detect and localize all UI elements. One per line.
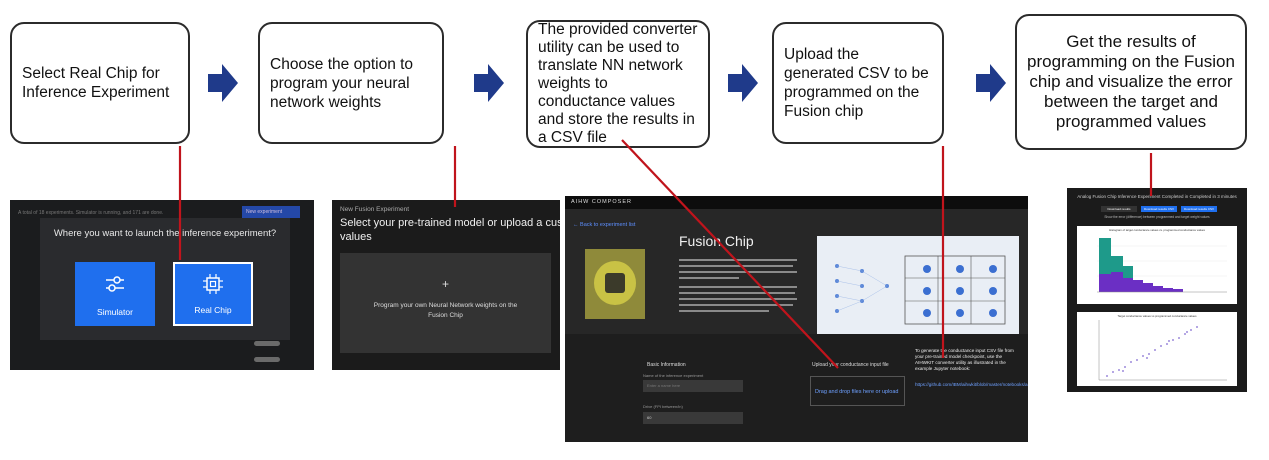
crossbar-diagram xyxy=(817,236,1019,336)
breadcrumb: New Fusion Experiment xyxy=(340,206,409,213)
step-3-text: The provided converter utility can be us… xyxy=(538,21,698,146)
step-2-box: Choose the option to program your neural… xyxy=(258,22,444,144)
name-label: Name of the inference experiment xyxy=(643,373,704,378)
notebook-link[interactable]: https://github.com/IBM/aihwkit/blob/mast… xyxy=(915,382,1028,388)
step-5-text: Get the results of programming on the Fu… xyxy=(1027,32,1235,131)
modal-title: Where you want to launch the inference e… xyxy=(53,228,277,239)
drift-label: Drive (FPI between/in) xyxy=(643,404,683,409)
arrow-right-icon xyxy=(976,64,1006,102)
step-2-text: Choose the option to program your neural… xyxy=(270,55,414,111)
chip-photo xyxy=(585,249,645,319)
experiment-count-text: A total of 18 experiments. Simulator is … xyxy=(18,210,164,216)
sliders-icon xyxy=(106,276,124,292)
screenshot-experiment-type: A total of 18 experiments. Simulator is … xyxy=(10,200,314,370)
name-field[interactable]: Enter a name here xyxy=(643,380,743,392)
back-link[interactable]: ← Back to experiment list xyxy=(573,222,635,228)
converter-note: To generate the conductance input CSV fi… xyxy=(915,348,1014,371)
step-5-box: Get the results of programming on the Fu… xyxy=(1015,14,1247,150)
drift-field[interactable]: 60 xyxy=(643,412,743,424)
screenshot-program-weights: New Fusion Experiment Select your pre-tr… xyxy=(332,200,560,370)
real-chip-label: Real Chip xyxy=(194,305,232,315)
results-subtitle: Show the error (difference) between prog… xyxy=(1104,215,1210,219)
histogram-chart: Histogram of target conductance values v… xyxy=(1077,226,1237,304)
simulator-label: Simulator xyxy=(97,307,133,317)
step-1-text: Select Real Chip for Inference Experimen… xyxy=(22,65,170,101)
screenshot-results: Analog Fusion Chip Inference Experiment … xyxy=(1067,188,1247,392)
arrow-right-icon xyxy=(728,64,758,102)
download-results-button[interactable]: Download results xyxy=(1101,206,1137,212)
basic-info-heading: Basic Information xyxy=(647,362,686,368)
step-1-box: Select Real Chip for Inference Experimen… xyxy=(10,22,190,144)
step-4-box: Upload the generated CSV to be programme… xyxy=(772,22,944,144)
screenshot-fusion-chip: AIHW COMPOSER ← Back to experiment list … xyxy=(565,196,1028,442)
upload-label: Upload your conductance input file xyxy=(812,362,889,368)
simulator-option[interactable]: Simulator xyxy=(75,262,155,326)
scatter-chart: Target conductance values vs programmed … xyxy=(1077,312,1237,386)
fusion-title: Fusion Chip xyxy=(679,233,754,249)
download-csv-button-2[interactable]: Download results CSV xyxy=(1181,206,1217,212)
panel-text: Program your own Neural Network weights … xyxy=(373,302,518,319)
file-drop-zone[interactable]: Drag and drop files here or upload xyxy=(810,376,905,406)
arrow-right-icon xyxy=(208,64,238,102)
real-chip-option[interactable]: Real Chip xyxy=(173,262,253,326)
new-experiment-button[interactable]: New experiment xyxy=(242,206,300,218)
step-3-box: The provided converter utility can be us… xyxy=(526,20,710,148)
page-title: Select your pre-trained model or upload … xyxy=(340,217,560,243)
plus-icon: + xyxy=(441,277,449,291)
app-title: AIHW COMPOSER xyxy=(565,196,1028,209)
chip-icon xyxy=(203,274,223,294)
list-item xyxy=(18,354,306,364)
launch-modal: Where you want to launch the inference e… xyxy=(40,218,290,340)
fusion-header-section: ← Back to experiment list Fusion Chip xyxy=(565,209,1028,336)
download-csv-button[interactable]: Download results CSV xyxy=(1141,206,1177,212)
results-title: Analog Fusion Chip Inference Experiment … xyxy=(1077,194,1237,199)
step-4-text: Upload the generated CSV to be programme… xyxy=(784,46,929,120)
arrow-right-icon xyxy=(474,64,504,102)
program-weights-panel[interactable]: + Program your own Neural Network weight… xyxy=(340,253,551,353)
